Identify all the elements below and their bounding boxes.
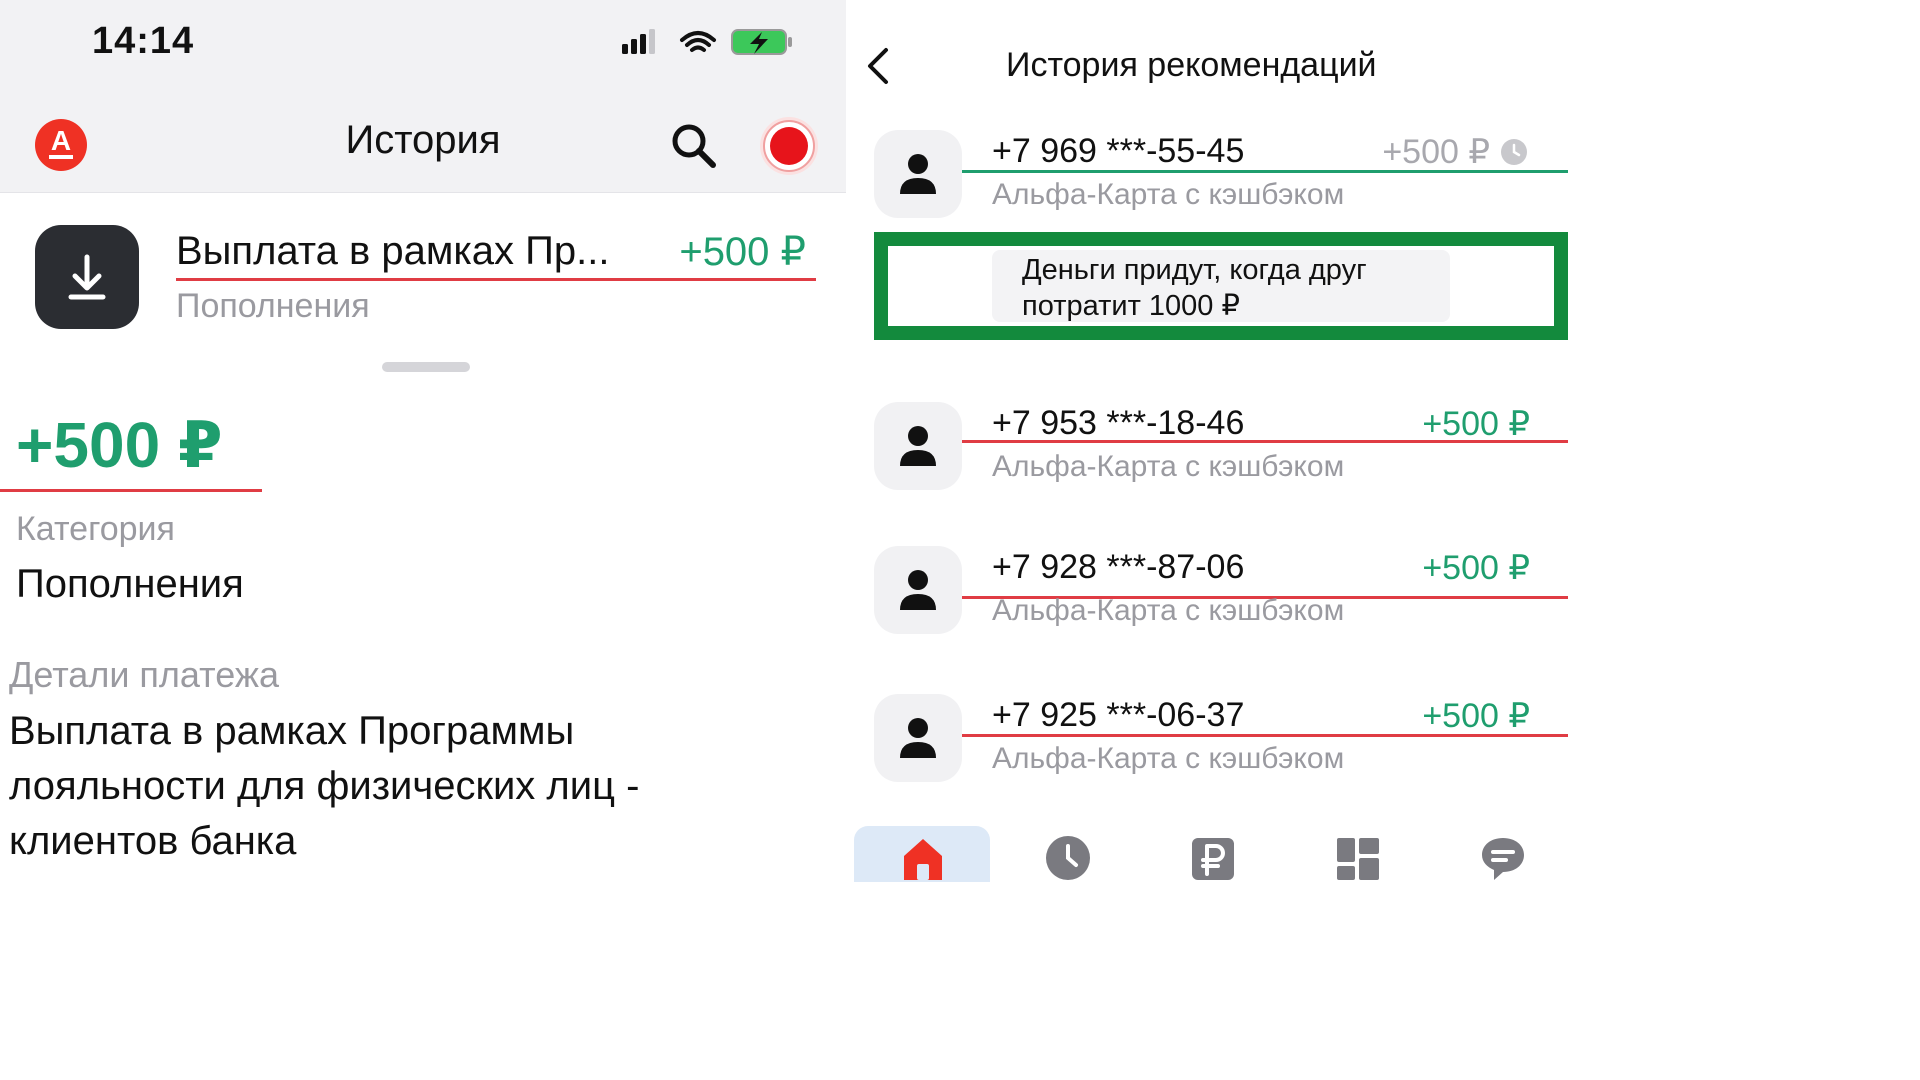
referral-amount: +500 ₽ xyxy=(1422,549,1530,587)
category-value: Пополнения xyxy=(16,562,244,606)
referral-phone: +7 969 ***-55-45 xyxy=(992,132,1245,170)
download-icon xyxy=(35,225,139,329)
referral-phone: +7 925 ***-06-37 xyxy=(992,696,1245,734)
back-chevron-icon[interactable] xyxy=(864,46,894,86)
battery-charging-icon xyxy=(731,29,792,55)
operation-title: Выплата в рамках Пр... xyxy=(176,229,610,273)
category-label: Категория xyxy=(16,510,175,548)
tab-payments[interactable] xyxy=(1144,826,1280,882)
referral-amount: +500 ₽ xyxy=(1382,133,1490,171)
referral-card: Альфа-Карта с кэшбэком xyxy=(992,594,1345,627)
referral-item[interactable]: +7 969 ***-55-45 +500 ₽ Альфа-Карта с кэ… xyxy=(846,130,1568,230)
services-grid-icon xyxy=(1337,838,1379,880)
tab-history[interactable] xyxy=(999,826,1135,882)
person-icon xyxy=(874,130,962,218)
status-bar-icons xyxy=(620,24,800,64)
wifi-icon xyxy=(680,31,716,52)
pending-clock-icon[interactable] xyxy=(1500,138,1528,166)
history-screen: 14:14 A История Выплата в рамках Пр... +… xyxy=(0,0,846,882)
referral-amount: +500 ₽ xyxy=(1422,697,1530,735)
person-icon xyxy=(874,402,962,490)
tooltip: Деньги придут, когда друг потратит 1000 … xyxy=(992,250,1450,322)
person-icon xyxy=(874,546,962,634)
chat-icon xyxy=(1482,838,1524,880)
screen-record-icon[interactable] xyxy=(758,115,820,177)
referral-phone: +7 953 ***-18-46 xyxy=(992,404,1245,442)
referral-card: Альфа-Карта с кэшбэком xyxy=(992,450,1345,483)
history-clock-icon xyxy=(1046,836,1090,880)
details-label: Детали платежа xyxy=(9,654,279,695)
tab-bar xyxy=(846,826,1568,882)
payments-ruble-icon xyxy=(1192,838,1234,880)
operation-row[interactable]: Выплата в рамках Пр... +500 ₽ Пополнения xyxy=(0,193,846,353)
red-underline xyxy=(0,489,262,492)
referral-item[interactable]: +7 928 ***-87-06 +500 ₽ Альфа-Карта с кэ… xyxy=(846,546,1568,646)
referral-card: Альфа-Карта с кэшбэком xyxy=(992,178,1345,211)
sheet-grabber[interactable] xyxy=(382,362,470,372)
search-icon[interactable] xyxy=(668,120,720,172)
referral-item[interactable]: +7 953 ***-18-46 +500 ₽ Альфа-Карта с кэ… xyxy=(846,402,1568,502)
tooltip-highlight: Деньги придут, когда друг потратит 1000 … xyxy=(874,232,1568,340)
tab-services[interactable] xyxy=(1289,826,1425,882)
person-icon xyxy=(874,694,962,782)
referral-amount: +500 ₽ xyxy=(1422,405,1530,443)
home-icon xyxy=(904,839,942,880)
referral-card: Альфа-Карта с кэшбэком xyxy=(992,742,1345,775)
operation-category: Пополнения xyxy=(176,287,370,325)
tab-chat[interactable] xyxy=(1434,826,1568,882)
referral-phone: +7 928 ***-87-06 xyxy=(992,548,1245,586)
red-underline xyxy=(176,278,816,281)
details-value: Выплата в рамках Программы лояльности дл… xyxy=(9,709,640,863)
referral-item[interactable]: +7 925 ***-06-37 +500 ₽ Альфа-Карта с кэ… xyxy=(846,694,1568,794)
referral-history-screen: История рекомендаций +7 969 ***-55-45 +5… xyxy=(846,0,1568,882)
tooltip-text: Деньги придут, когда друг потратит 1000 … xyxy=(1022,254,1367,322)
tab-home[interactable] xyxy=(854,826,990,882)
cellular-signal-icon xyxy=(622,29,655,54)
top-area: 14:14 A История xyxy=(0,0,846,193)
status-time: 14:14 xyxy=(92,20,195,62)
operation-amount: +500 ₽ xyxy=(679,230,806,274)
detail-amount: +500 ₽ xyxy=(16,409,223,481)
page-title: История рекомендаций xyxy=(1006,46,1377,84)
